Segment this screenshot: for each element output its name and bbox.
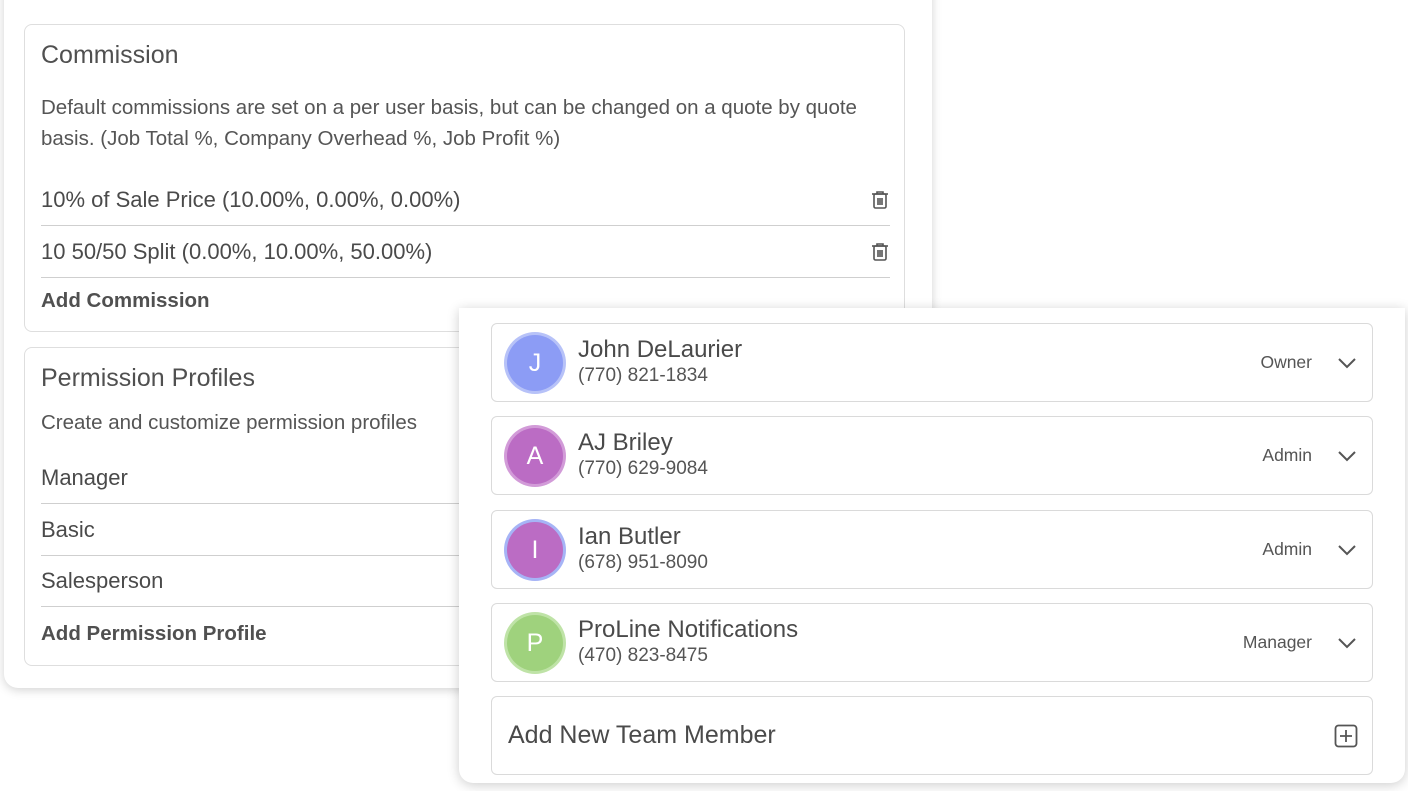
team-member-row[interactable]: I Ian Butler (678) 951-8090 Admin <box>491 510 1373 589</box>
chevron-down-icon[interactable] <box>1336 352 1358 374</box>
member-role: Admin <box>1262 445 1312 465</box>
chevron-down-icon[interactable] <box>1336 539 1358 561</box>
member-role: Owner <box>1260 352 1312 372</box>
team-member-row[interactable]: A AJ Briley (770) 629-9084 Admin <box>491 416 1373 495</box>
trash-icon[interactable] <box>870 241 890 263</box>
stage: Commission Default commissions are set o… <box>0 0 1408 791</box>
commission-card: Commission Default commissions are set o… <box>24 24 905 332</box>
member-phone: (470) 823-8475 <box>578 645 708 666</box>
commission-item[interactable]: 10 50/50 Split (0.00%, 10.00%, 50.00%) <box>41 226 890 278</box>
add-team-member-label: Add New Team Member <box>508 721 776 749</box>
member-role: Manager <box>1242 632 1312 652</box>
member-phone: (770) 821-1834 <box>578 365 708 386</box>
commission-item-label: 10 50/50 Split (0.00%, 10.00%, 50.00%) <box>41 238 433 264</box>
member-phone: (678) 951-8090 <box>578 552 708 573</box>
member-phone: (770) 629-9084 <box>578 458 708 479</box>
member-name: Ian Butler <box>578 523 681 550</box>
member-name: John DeLaurier <box>578 336 743 363</box>
avatar: I <box>507 522 563 578</box>
member-name: ProLine Notifications <box>578 616 799 643</box>
team-member-row[interactable]: P ProLine Notifications (470) 823-8475 M… <box>491 603 1373 682</box>
commission-title: Commission <box>41 41 179 69</box>
commission-item[interactable]: 10% of Sale Price (10.00%, 0.00%, 0.00%) <box>41 174 890 226</box>
permission-profile-label: Manager <box>41 464 128 490</box>
avatar: A <box>507 428 563 484</box>
chevron-down-icon[interactable] <box>1336 632 1358 654</box>
chevron-down-icon[interactable] <box>1336 445 1358 467</box>
avatar: J <box>507 335 563 391</box>
team-member-row[interactable]: J John DeLaurier (770) 821-1834 Owner <box>491 323 1373 402</box>
add-permission-profile-button[interactable]: Add Permission Profile <box>41 622 267 646</box>
permission-profile-label: Basic <box>41 516 95 542</box>
member-name: AJ Briley <box>578 429 673 456</box>
commission-description: Default commissions are set on a per use… <box>41 96 857 150</box>
team-panel: J John DeLaurier (770) 821-1834 Owner A … <box>459 308 1405 783</box>
add-commission-button[interactable]: Add Commission <box>41 289 210 313</box>
avatar: P <box>507 615 563 671</box>
permission-profile-label: Salesperson <box>41 567 164 593</box>
commission-item-label: 10% of Sale Price (10.00%, 0.00%, 0.00%) <box>41 186 461 212</box>
plus-square-icon[interactable] <box>1333 723 1359 749</box>
member-role: Admin <box>1262 539 1312 559</box>
add-team-member-button[interactable]: Add New Team Member <box>491 696 1373 775</box>
trash-icon[interactable] <box>870 189 890 211</box>
permissions-title: Permission Profiles <box>41 364 255 392</box>
